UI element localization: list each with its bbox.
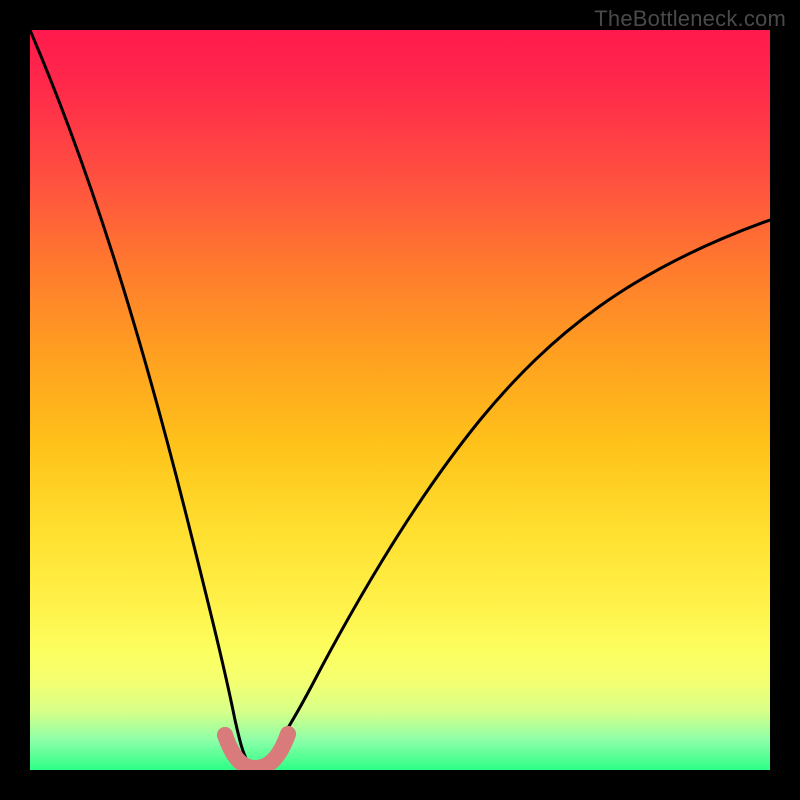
highlight-dot (217, 727, 233, 743)
curve-layer (30, 30, 770, 770)
plot-area (30, 30, 770, 770)
highlight-dot (280, 726, 296, 742)
highlight-bottom (225, 734, 288, 768)
bottleneck-curve (30, 30, 770, 767)
chart-frame: TheBottleneck.com (0, 0, 800, 800)
watermark-text: TheBottleneck.com (594, 6, 786, 32)
